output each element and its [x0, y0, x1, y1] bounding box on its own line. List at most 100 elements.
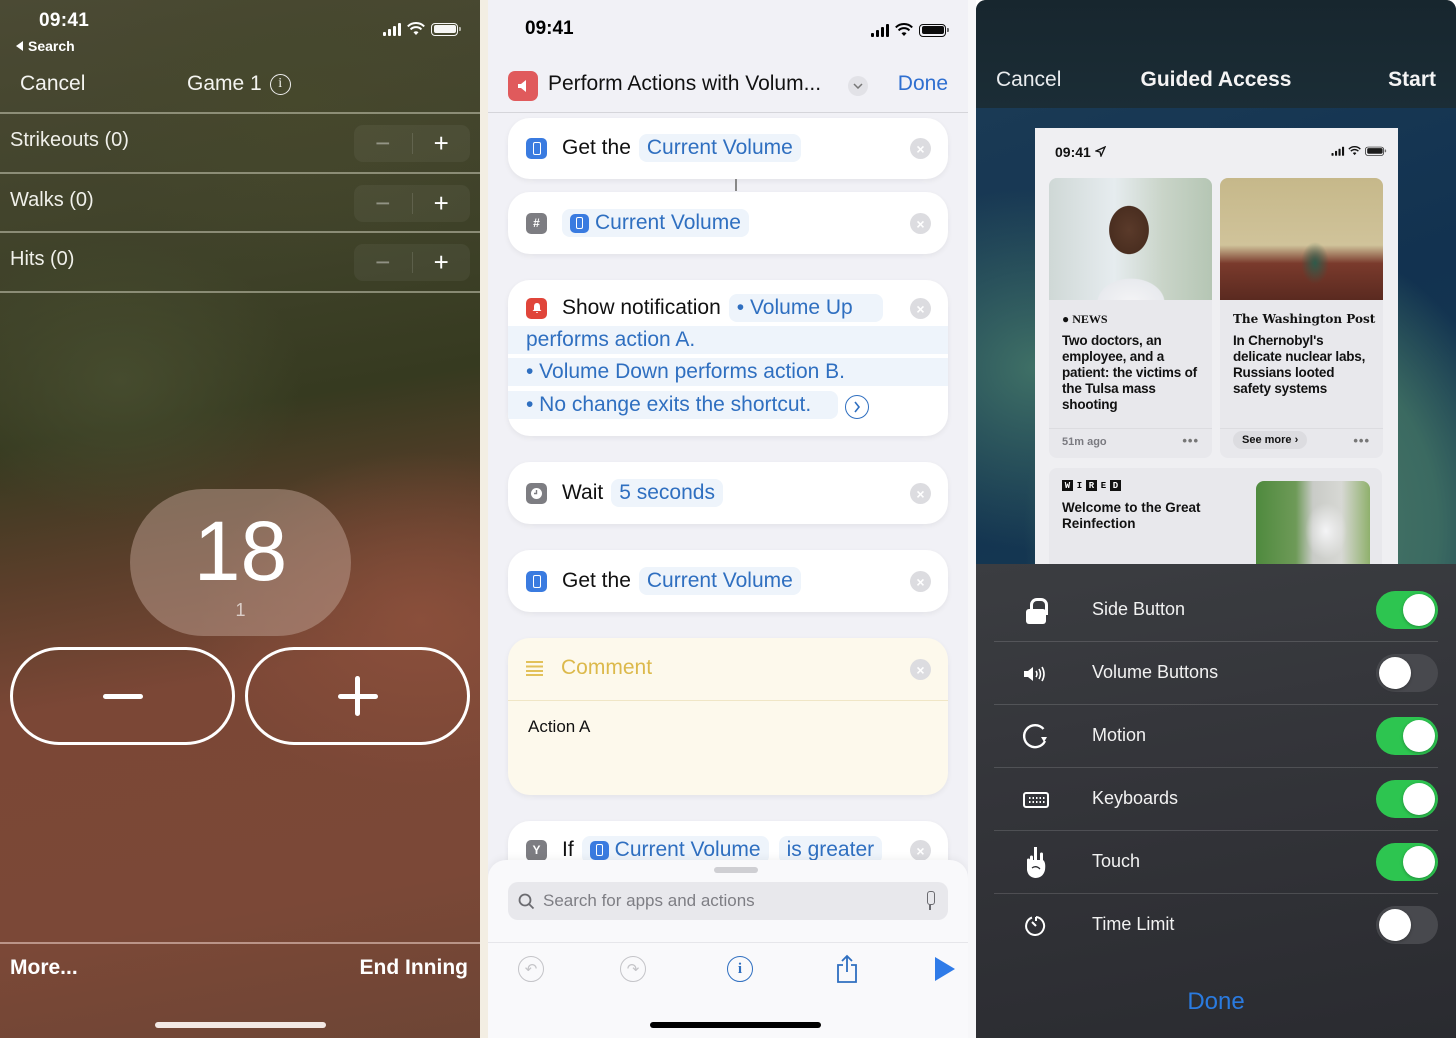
variable-token[interactable]: Current Volume	[562, 209, 749, 237]
logo-letter: R	[1086, 480, 1097, 491]
notification-text-token[interactable]: • Volume Up	[728, 294, 883, 322]
more-options-icon[interactable]: •••	[1353, 433, 1370, 448]
divider	[0, 291, 480, 293]
status-icons	[383, 22, 461, 36]
screen-title: Guided Access	[1140, 68, 1292, 91]
action-get-volume[interactable]: Get the Current Volume ×	[508, 550, 948, 612]
action-number[interactable]: # Current Volume ×	[508, 192, 948, 254]
more-button[interactable]: More...	[10, 956, 78, 980]
toggle-knob	[1403, 846, 1435, 878]
remove-action-button[interactable]: ×	[910, 138, 931, 159]
hits-stepper[interactable]: − +	[354, 244, 470, 281]
phone-icon	[526, 570, 547, 592]
title-menu-button[interactable]	[848, 76, 868, 96]
action-verb: If	[562, 838, 574, 861]
variable-token[interactable]: Current Volume	[638, 567, 801, 595]
share-icon	[837, 954, 857, 983]
motion-toggle[interactable]	[1376, 717, 1438, 755]
side-button-toggle[interactable]	[1376, 591, 1438, 629]
run-button[interactable]	[930, 954, 960, 984]
preview-status-icons	[1331, 146, 1387, 156]
action-wait[interactable]: Wait 5 seconds ×	[508, 462, 948, 524]
search-field[interactable]: Search for apps and actions	[508, 882, 948, 920]
stat-label: Walks (0)	[10, 189, 94, 211]
sheet-grabber[interactable]	[714, 867, 758, 873]
see-more-button[interactable]: See more ›	[1233, 431, 1308, 449]
news-card[interactable]: The Washington Post In Chernobyl's delic…	[1220, 178, 1383, 458]
share-button[interactable]	[832, 954, 862, 984]
microphone-icon[interactable]	[924, 891, 936, 911]
option-side-button: Side Button	[994, 579, 1438, 642]
increment-button[interactable]: +	[413, 125, 471, 162]
action-verb: Wait	[562, 481, 604, 504]
notification-text-line: performs action A.	[508, 326, 948, 354]
remove-action-button[interactable]: ×	[910, 298, 931, 319]
keyboards-toggle[interactable]	[1376, 780, 1438, 818]
speaker-icon	[518, 80, 526, 92]
pitch-count-display: 18 1	[130, 489, 351, 636]
news-card[interactable]: ● NEWS Two doctors, an employee, and a p…	[1049, 178, 1212, 458]
cancel-button[interactable]: Cancel	[20, 72, 85, 96]
shortcut-title[interactable]: Perform Actions with Volum...	[548, 72, 821, 96]
action-search-sheet: Search for apps and actions ↶ ↷ i	[488, 860, 968, 1038]
shortcut-icon[interactable]	[508, 71, 538, 101]
comment-header: Comment	[526, 656, 652, 680]
toggle-knob	[1403, 594, 1435, 626]
increment-button[interactable]: +	[413, 244, 471, 281]
remove-action-button[interactable]: ×	[910, 483, 931, 504]
increment-button[interactable]: +	[413, 185, 471, 222]
wifi-icon	[1348, 146, 1361, 156]
increment-count-button[interactable]	[245, 647, 470, 745]
end-inning-button[interactable]: End Inning	[360, 956, 468, 980]
toggle-knob	[1379, 657, 1411, 689]
variable-token[interactable]: Current Volume	[638, 134, 801, 162]
rotate-icon	[1016, 723, 1056, 751]
redo-button[interactable]: ↷	[618, 954, 648, 984]
wired-logo: W I R E D	[1062, 480, 1121, 491]
info-icon[interactable]: i	[269, 73, 291, 95]
divider	[488, 942, 968, 943]
home-indicator[interactable]	[155, 1022, 326, 1028]
touch-toggle[interactable]	[1376, 843, 1438, 881]
home-indicator[interactable]	[650, 1022, 821, 1028]
remove-action-button[interactable]: ×	[910, 571, 931, 592]
remove-action-button[interactable]: ×	[910, 840, 931, 861]
done-button[interactable]: Done	[976, 988, 1456, 1016]
done-button[interactable]: Done	[898, 72, 948, 96]
notification-text-line: • Volume Down performs action B.	[508, 358, 948, 386]
action-get-volume[interactable]: Get the Current Volume ×	[508, 118, 948, 179]
news-card[interactable]: W I R E D Welcome to the Great Reinfecti…	[1049, 468, 1382, 564]
remove-action-button[interactable]: ×	[910, 659, 931, 680]
stat-row-strikeouts: Strikeouts (0) − +	[0, 113, 480, 171]
walks-stepper[interactable]: − +	[354, 185, 470, 222]
wifi-icon	[407, 22, 425, 35]
info-button[interactable]: i	[725, 954, 755, 984]
strikeouts-stepper[interactable]: − +	[354, 125, 470, 162]
option-time-limit: Time Limit	[994, 894, 1438, 957]
app-preview[interactable]: 09:41 ● NEWS Two doctors, an employee, a…	[1035, 128, 1398, 564]
decrement-button[interactable]: −	[354, 125, 412, 162]
action-show-notification[interactable]: Show notification • Volume Up × performs…	[508, 280, 948, 436]
option-label: Touch	[1092, 851, 1141, 871]
toggle-knob	[1379, 909, 1411, 941]
stat-label: Hits (0)	[10, 248, 75, 270]
action-comment[interactable]: Comment × Action A	[508, 638, 948, 795]
start-button[interactable]: Start	[1388, 68, 1436, 92]
decrement-button[interactable]: −	[354, 185, 412, 222]
time-limit-toggle[interactable]	[1376, 906, 1438, 944]
guided-access-screen: Cancel Guided Access Start 09:41 ● NEWS …	[976, 0, 1456, 1038]
comment-text-field[interactable]: Action A	[528, 717, 590, 737]
more-options-icon[interactable]: •••	[1182, 433, 1199, 448]
chevron-down-icon	[853, 83, 863, 89]
duration-token[interactable]: 5 seconds	[611, 479, 723, 507]
volume-buttons-toggle[interactable]	[1376, 654, 1438, 692]
stat-row-walks: Walks (0) − +	[0, 173, 480, 231]
undo-button[interactable]: ↶	[516, 954, 546, 984]
clock-icon	[526, 482, 547, 504]
option-motion: Motion	[994, 705, 1438, 768]
remove-action-button[interactable]: ×	[910, 213, 931, 234]
back-to-search-link[interactable]: Search	[16, 38, 75, 54]
decrement-count-button[interactable]	[10, 647, 235, 745]
expand-options-button[interactable]	[845, 395, 869, 419]
decrement-button[interactable]: −	[354, 244, 412, 281]
